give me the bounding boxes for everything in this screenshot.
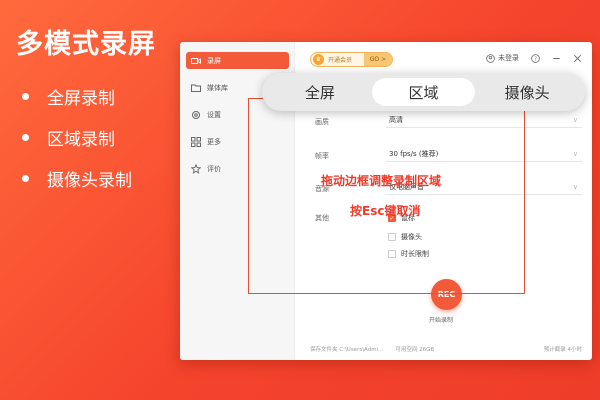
feature-item: 区域录制	[22, 117, 132, 158]
bullet-dot	[22, 175, 29, 182]
minimize-icon[interactable]	[552, 54, 561, 63]
crown-icon: ♛	[313, 54, 324, 65]
login-label: 未登录	[498, 54, 519, 62]
feature-label: 区域录制	[47, 130, 115, 150]
window-controls: 未登录 ?	[486, 53, 582, 63]
svg-text:?: ?	[534, 56, 537, 62]
tab-region[interactable]: 区域	[371, 78, 476, 106]
grid-icon	[191, 136, 201, 147]
free-space-info: 可用空间 26GB	[395, 347, 435, 353]
sidebar-item-label: 评价	[207, 164, 221, 173]
feature-label: 摄像头录制	[47, 171, 132, 191]
esc-hint: 按Esc键取消	[350, 204, 421, 218]
sidebar-item-label: 录屏	[207, 56, 221, 65]
mode-switcher: 全屏 区域 摄像头	[262, 73, 585, 111]
vip-go-label: GO >	[363, 53, 392, 66]
star-icon	[191, 163, 201, 174]
estimated-time-info: 预计截录 4小时	[543, 347, 582, 353]
sidebar-item-record[interactable]: 录屏	[186, 52, 289, 69]
feature-item: 全屏录制	[22, 76, 132, 117]
tab-fullscreen[interactable]: 全屏	[268, 78, 372, 106]
gear-icon	[191, 110, 201, 120]
region-selection-frame[interactable]	[248, 98, 525, 294]
feature-item: 摄像头录制	[22, 158, 132, 199]
promo-title: 多模式录屏	[16, 29, 156, 60]
feature-label: 全屏录制	[47, 89, 115, 109]
login-button[interactable]: 未登录	[486, 53, 519, 63]
chevron-down-icon: ∨	[572, 182, 578, 191]
status-bar: 保存文件夹 C:\Users\Admi... 可用空间 26GB 预计截录 4小…	[310, 345, 582, 353]
bullet-dot	[22, 134, 29, 141]
folder-icon	[191, 83, 201, 93]
sidebar-item-label: 设置	[207, 110, 221, 119]
help-icon[interactable]: ?	[531, 53, 540, 63]
chevron-down-icon: ∨	[572, 115, 578, 124]
record-caption: 开始录制	[429, 317, 454, 324]
drag-hint: 拖动边框调整录制区域	[321, 174, 442, 188]
chevron-down-icon: ∨	[572, 149, 578, 158]
user-icon	[486, 53, 495, 63]
bullet-dot	[22, 93, 29, 100]
save-folder-info[interactable]: 保存文件夹 C:\Users\Admi...	[310, 345, 383, 353]
tab-camera[interactable]: 摄像头	[475, 78, 579, 106]
vip-label: 开通会员	[328, 57, 353, 64]
sidebar-item-label: 媒体库	[207, 83, 228, 92]
video-camera-icon	[191, 56, 201, 66]
sidebar-item-label: 更多	[207, 137, 221, 146]
close-icon[interactable]	[573, 54, 582, 63]
vip-button[interactable]: ♛ 开通会员 GO >	[310, 52, 393, 67]
feature-list: 全屏录制 区域录制 摄像头录制	[22, 76, 132, 199]
